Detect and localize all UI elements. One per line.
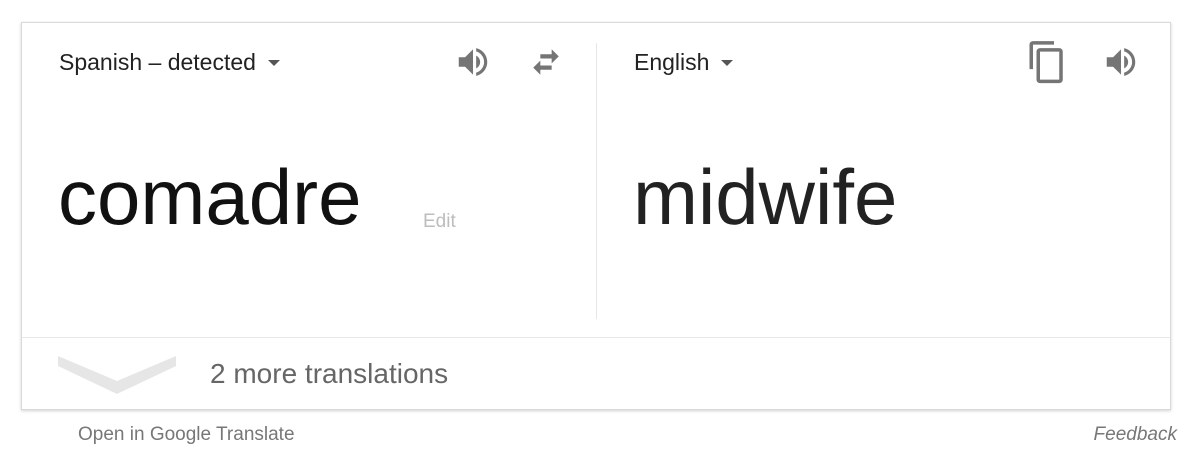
copy-translation-button[interactable] [1026, 39, 1068, 92]
translated-text: midwife [633, 153, 898, 241]
swap-languages-button[interactable] [527, 45, 565, 84]
source-text[interactable]: comadre [58, 158, 361, 236]
caret-down-icon [267, 59, 280, 66]
open-in-google-translate-link[interactable]: Open in Google Translate [78, 424, 295, 446]
target-language-select[interactable]: English [634, 49, 734, 76]
translate-card: Spanish – detected English comadre Edit … [21, 22, 1171, 410]
more-translations-label: 2 more translations [210, 358, 449, 389]
swap-arrows-icon [533, 49, 559, 75]
feedback-link[interactable]: Feedback [1094, 424, 1177, 446]
caret-down-icon [721, 59, 734, 66]
source-speaker-button[interactable] [454, 43, 492, 86]
target-speaker-button[interactable] [1102, 43, 1140, 86]
chevron-down-icon [58, 356, 176, 394]
speaker-icon [458, 48, 488, 76]
target-language-label: English [634, 49, 710, 75]
source-language-select[interactable]: Spanish – detected [59, 49, 280, 76]
edit-link[interactable]: Edit [423, 211, 456, 233]
speaker-icon [1106, 48, 1136, 76]
copy-icon [1029, 41, 1063, 84]
more-translations-toggle[interactable]: 2 more translations [22, 338, 1170, 410]
source-language-label: Spanish – detected [59, 49, 256, 75]
vertical-divider [596, 43, 597, 319]
